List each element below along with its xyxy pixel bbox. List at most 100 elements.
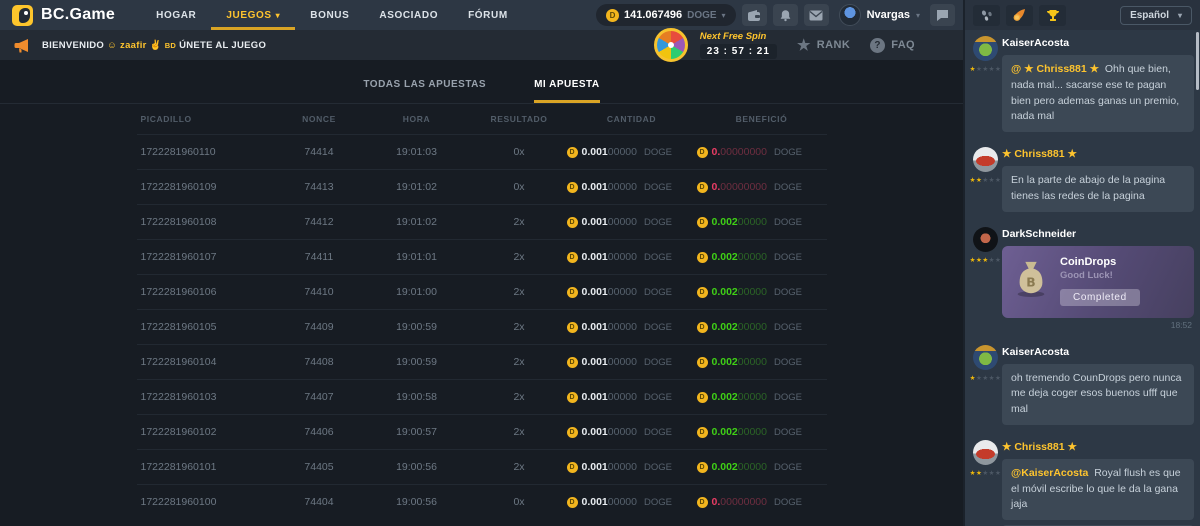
free-spin-block[interactable]: Next Free Spin 23 : 57 : 21 [700,31,777,59]
announcement-bar: BIENVENIDO ☺ zaafir ✌ BD ÚNETE AL JUEGO … [0,30,963,60]
table-row[interactable]: 17222819601087441219:01:022xD0.00100000D… [137,204,827,239]
table-row[interactable]: 17222819601017440519:00:562xD0.00100000D… [137,449,827,484]
contest-button[interactable] [1039,5,1066,26]
rain-button[interactable] [973,5,1000,26]
chat-avatar[interactable] [973,227,998,252]
mention-link[interactable]: @ ★ Chriss881 ★ [1011,63,1099,75]
bet-profit: D0.00200000DOGE [697,391,827,403]
messages-button[interactable] [804,4,829,26]
bet-amount: D0.00100000DOGE [567,216,697,228]
bet-profit: D0.00200000DOGE [697,461,827,473]
table-row[interactable]: 17222819601037440719:00:582xD0.00100000D… [137,379,827,414]
table-header-row: PICADILLO NONCE HORA RESULTADO CANTIDAD … [137,104,827,134]
table-row[interactable]: 17222819601107441419:01:030xD0.00100000D… [137,134,827,169]
nav-item-juegos[interactable]: JUEGOS▾ [211,0,295,30]
bet-hash: 1722281960104 [137,356,277,368]
user-menu[interactable]: Nvargas ▾ [839,4,920,26]
chat-avatar[interactable] [973,36,998,61]
bet-time: 19:00:58 [362,391,472,403]
currency-label: DOGE [644,462,672,473]
bet-time: 19:01:01 [362,251,472,263]
doge-coin-icon: D [697,322,708,333]
bet-nonce: 74405 [277,461,362,473]
bet-amount: D0.00100000DOGE [567,251,697,263]
star-empty-icon: ★ [995,256,1001,264]
table-row[interactable]: 17222819601027440619:00:572xD0.00100000D… [137,414,827,449]
nav-item-forum[interactable]: FÓRUM [453,0,523,30]
nav-item-bonus[interactable]: BONUS [295,0,364,30]
nav-item-hogar[interactable]: HOGAR [141,0,211,30]
bet-profit: D0.00200000DOGE [697,286,827,298]
tab-todas-las-apuestas[interactable]: TODAS LAS APUESTAS [363,79,486,103]
chat-avatar[interactable] [973,147,998,172]
chat-username[interactable]: KaiserAcosta [1002,37,1194,49]
bet-amount: D0.00100000DOGE [567,426,697,438]
currency-label: DOGE [644,427,672,438]
coindrop-button[interactable] [1006,5,1033,26]
currency-label: DOGE [774,322,802,333]
coindrops-completed-button[interactable]: Completed [1060,289,1140,306]
mention-link[interactable]: @KaiserAcosta [1011,467,1088,479]
currency-label: DOGE [644,357,672,368]
announcement-suffix: ÚNETE AL JUEGO [179,40,266,51]
user-avatar [839,4,861,26]
currency-label: DOGE [774,497,802,508]
faq-link[interactable]: ? FAQ [870,38,915,53]
free-spin-wheel-icon[interactable] [654,28,688,62]
currency-label: DOGE [644,322,672,333]
bet-hash: 1722281960102 [137,426,277,438]
currency-label: DOGE [774,147,802,158]
chat-scrollbar[interactable] [1196,32,1199,90]
bet-nonce: 74408 [277,356,362,368]
col-header-profit: BENEFICIÓ [697,114,827,124]
bet-profit-value: 0.00200000 [712,426,767,438]
chat-username[interactable]: ★ Chriss881 ★ [1002,441,1194,453]
announcement-username[interactable]: zaafir [120,40,147,51]
balance-selector[interactable]: D 141.067496 DOGE ▾ [596,4,736,26]
wallet-button[interactable] [742,4,767,26]
doge-coin-icon: D [567,462,578,473]
chat-avatar[interactable] [973,345,998,370]
bet-nonce: 74410 [277,286,362,298]
chat-username[interactable]: KaiserAcosta [1002,346,1194,358]
money-bag-icon: B [1012,258,1050,303]
currency-label: DOGE [644,147,672,158]
table-row[interactable]: 17222819601007440419:00:560xD0.00100000D… [137,484,827,519]
table-row[interactable]: 17222819601047440819:00:592xD0.00100000D… [137,344,827,379]
country-badge: BD [165,41,176,50]
table-row[interactable]: 17222819601057440919:00:592xD0.00100000D… [137,309,827,344]
nav-right: D 141.067496 DOGE ▾ Nvargas ▾ [596,4,955,26]
table-row[interactable]: 17222819601097441319:01:020xD0.00100000D… [137,169,827,204]
bet-profit: D0.00200000DOGE [697,321,827,333]
tab-mi-apuesta[interactable]: MI APUESTA [534,79,600,103]
language-selector[interactable]: Español ▾ [1120,6,1192,25]
chat-username[interactable]: ★ Chriss881 ★ [1002,148,1194,160]
table-row[interactable]: 17222819601077441119:01:012xD0.00100000D… [137,239,827,274]
chat-toggle-button[interactable] [930,4,955,26]
table-row[interactable]: 17222819601067441019:01:002xD0.00100000D… [137,274,827,309]
coindrops-title: CoinDrops [1060,256,1140,268]
chat-avatar[interactable] [973,440,998,465]
doge-coin-icon: D [567,287,578,298]
doge-coin-icon: D [567,182,578,193]
currency-label: DOGE [774,392,802,403]
notifications-button[interactable] [773,4,798,26]
brand-logo[interactable]: BC.Game [12,5,115,26]
col-header-time: HORA [362,114,472,124]
doge-coin-icon: D [697,497,708,508]
bet-profit: D 0.00000000 DOGE [697,496,827,508]
user-name: Nvargas [867,9,910,21]
doge-coin-icon: D [697,462,708,473]
nav-item-asociado[interactable]: ASOCIADO [364,0,453,30]
currency-label: DOGE [644,217,672,228]
promo-cluster: Next Free Spin 23 : 57 : 21 ★ RANK ? FAQ [654,28,915,62]
doge-coin-icon: D [567,252,578,263]
chat-username[interactable]: DarkSchneider [1002,228,1194,240]
bet-amount-value: 0.00100000 [582,146,637,158]
bet-profit-value: 0.00000000 [712,496,767,508]
bet-profit-value: 0.00200000 [712,216,767,228]
rank-link[interactable]: ★ RANK [797,38,850,53]
currency-label: DOGE [774,252,802,263]
fireball-icon [1012,8,1027,22]
bet-result: 2x [472,426,567,438]
